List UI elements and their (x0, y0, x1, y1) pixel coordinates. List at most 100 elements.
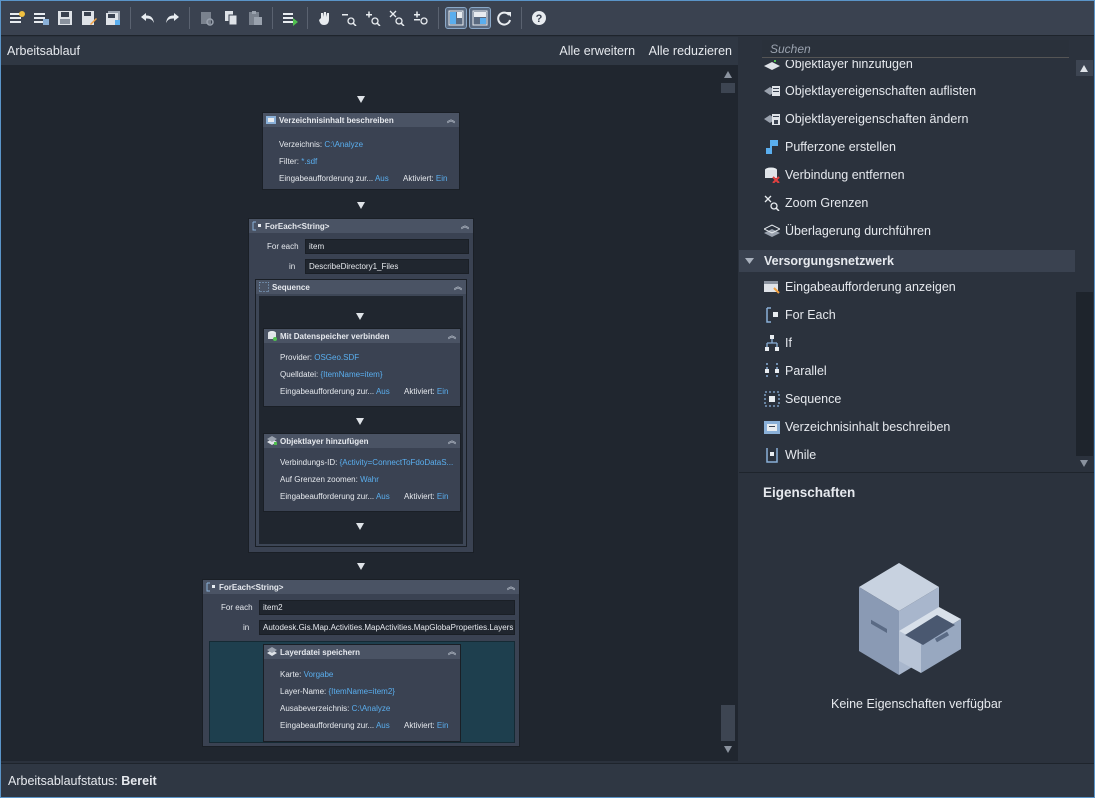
redo-icon[interactable] (162, 8, 182, 28)
tool-item-zoom-extents[interactable]: Zoom Grenzen (739, 189, 1075, 217)
property-value[interactable]: Wahr (360, 475, 379, 484)
paste-icon[interactable] (245, 8, 265, 28)
scroll-thumb[interactable] (721, 83, 735, 93)
property-value[interactable]: Aus (376, 387, 390, 396)
open-workflow-icon[interactable] (31, 8, 51, 28)
activity-foreach[interactable]: ForEach<String> ︽ For each item2 in Auto… (202, 579, 520, 747)
activity-save-layer[interactable]: Layerdatei speichern ︽ Karte: Vorgabe La… (263, 644, 461, 742)
collapse-chevron-icon[interactable]: ︽ (448, 330, 456, 341)
property-value[interactable]: C:\Analyze (352, 704, 391, 713)
zoom-out-icon[interactable] (339, 8, 359, 28)
scroll-up-icon[interactable] (724, 71, 732, 78)
run-icon[interactable] (280, 8, 300, 28)
toolbox-scrollbar[interactable] (1075, 60, 1094, 472)
property-value[interactable]: Ein (437, 387, 449, 396)
tool-item-while[interactable]: While (739, 441, 1075, 469)
property-value[interactable]: Aus (376, 721, 390, 730)
collapse-chevron-icon[interactable]: ︽ (461, 220, 469, 231)
property-value[interactable]: {ItemName=item} (320, 370, 382, 379)
collapse-chevron-icon[interactable]: ︽ (454, 281, 462, 292)
tool-item-parallel[interactable]: Parallel (739, 357, 1075, 385)
tool-item-sequence[interactable]: Sequence (739, 385, 1075, 413)
flow-arrow (357, 563, 365, 570)
scroll-thumb[interactable] (1076, 292, 1093, 456)
while-icon (766, 448, 778, 463)
tool-item-label: Zoom Grenzen (785, 196, 869, 210)
scroll-down-icon[interactable] (1080, 460, 1088, 467)
activity-title: Sequence (272, 282, 310, 292)
property-value[interactable]: Ein (437, 721, 449, 730)
save-as-icon[interactable] (79, 8, 99, 28)
activity-describe-directory[interactable]: Verzeichnisinhalt beschreiben ︽ Verzeich… (262, 112, 460, 190)
expand-all-link[interactable]: Alle erweitern (559, 44, 635, 58)
property-value[interactable]: Aus (375, 174, 389, 183)
list-layer-props-icon (764, 86, 780, 96)
pan-icon[interactable] (315, 8, 335, 28)
activity-title-bar: Objektlayer hinzufügen ︽ (264, 434, 460, 448)
in-input[interactable]: Autodesk.Gis.Map.Activities.MapActivitie… (259, 620, 515, 635)
save-all-icon[interactable] (103, 8, 123, 28)
scroll-down-icon[interactable] (724, 746, 732, 753)
property-value[interactable]: {ItemName=item2} (328, 687, 394, 696)
tool-item-change-layer-props[interactable]: Objektlayereigenschaften ändern (739, 105, 1075, 133)
collapse-chevron-icon[interactable]: ︽ (507, 581, 515, 592)
scroll-track[interactable] (1077, 80, 1092, 292)
tool-item-add-layer[interactable]: Objektlayer hinzufügen (739, 60, 1075, 78)
collapse-chevron-icon[interactable]: ︽ (448, 435, 456, 446)
tool-item-remove-connection[interactable]: Verbindung entfernen (739, 161, 1075, 189)
tool-item-foreach[interactable]: For Each (739, 301, 1075, 329)
collapse-all-link[interactable]: Alle reduzieren (649, 44, 732, 58)
property-row: Verzeichnis: C:\Analyze (279, 140, 363, 149)
copy-icon[interactable] (221, 8, 241, 28)
property-value[interactable]: *.sdf (301, 157, 317, 166)
workflow-title: Arbeitsablauf (7, 44, 80, 58)
cut-icon[interactable] (197, 8, 217, 28)
property-row: Karte: Vorgabe (280, 670, 333, 679)
property-value[interactable]: Ein (436, 174, 448, 183)
activity-foreach[interactable]: ForEach<String> ︽ For each item in Descr… (248, 218, 474, 553)
activity-add-layer[interactable]: Objektlayer hinzufügen ︽ Verbindungs-ID:… (263, 433, 461, 512)
in-input[interactable]: DescribeDirectory1_Files (305, 259, 469, 274)
property-value[interactable]: C:\Analyze (324, 140, 363, 149)
scroll-thumb[interactable] (721, 705, 735, 741)
workflow-canvas[interactable]: Verzeichnisinhalt beschreiben ︽ Verzeich… (1, 65, 718, 761)
scroll-up-button[interactable] (1076, 60, 1093, 76)
save-icon[interactable] (55, 8, 75, 28)
section-header-network[interactable]: Versorgungsnetzwerk (739, 250, 1075, 272)
collapse-chevron-icon[interactable]: ︽ (448, 646, 456, 657)
tool-item-list-layer-props[interactable]: Objektlayereigenschaften auflisten (739, 77, 1075, 105)
for-each-input[interactable]: item2 (259, 600, 515, 615)
zoom-reset-icon[interactable] (411, 8, 431, 28)
property-value[interactable]: Aus (376, 492, 390, 501)
tool-item-describe-dir[interactable]: Verzeichnisinhalt beschreiben (739, 413, 1075, 441)
flow-arrow (357, 96, 365, 103)
for-each-input[interactable]: item (305, 239, 469, 254)
tool-item-buffer[interactable]: Pufferzone erstellen (739, 133, 1075, 161)
layout-1-icon[interactable] (445, 7, 467, 29)
tool-item-prompt[interactable]: Eingabeaufforderung anzeigen (739, 273, 1075, 301)
property-value[interactable]: {Activity=ConnectToFdoDataS... (340, 458, 454, 467)
activity-connect-datastore[interactable]: Mit Datenspeicher verbinden ︽ Provider: … (263, 328, 461, 407)
refresh-icon[interactable] (494, 8, 514, 28)
property-row: Ausabeverzeichnis: C:\Analyze (280, 704, 390, 713)
tool-item-if[interactable]: If (739, 329, 1075, 357)
new-workflow-icon[interactable] (7, 8, 27, 28)
collapse-chevron-icon[interactable]: ︽ (447, 114, 455, 125)
property-row: Aktiviert: Ein (403, 174, 447, 183)
canvas-scrollbar[interactable] (718, 65, 738, 761)
zoom-extents-icon[interactable] (387, 8, 407, 28)
undo-icon[interactable] (138, 8, 158, 28)
activity-sequence[interactable]: Sequence ︽ Mit Datenspeicher verbinden ︽… (255, 279, 467, 547)
layout-2-icon[interactable] (469, 7, 491, 29)
property-value[interactable]: OSGeo.SDF (314, 353, 359, 362)
property-value[interactable]: Ein (437, 492, 449, 501)
search-input[interactable]: Suchen (762, 40, 1069, 58)
in-label: in (243, 623, 250, 632)
property-label: Aktiviert: (404, 721, 435, 730)
tool-item-overlay[interactable]: Überlagerung durchführen (739, 217, 1075, 245)
help-icon[interactable]: ? (529, 8, 549, 28)
if-icon (765, 335, 779, 351)
property-value[interactable]: Vorgabe (304, 670, 334, 679)
property-label: Eingabeaufforderung zur... (280, 721, 375, 730)
zoom-in-icon[interactable] (363, 8, 383, 28)
